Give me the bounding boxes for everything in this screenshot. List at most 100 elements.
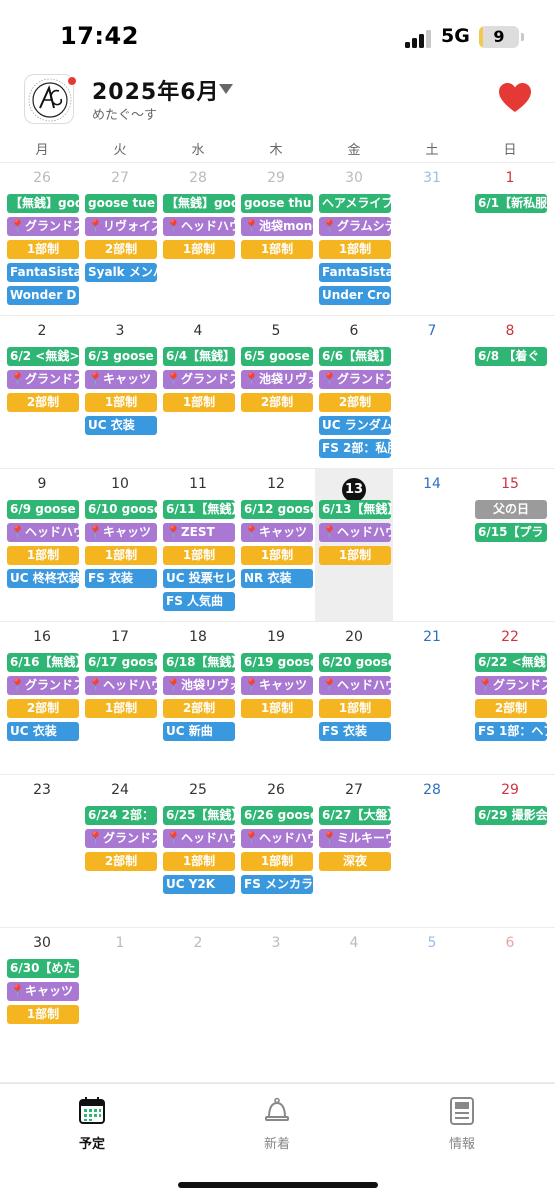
day-cell[interactable]: 19 6/19 goose 📍キャッツ 1部制 <box>237 622 315 774</box>
event-chip[interactable]: 6/3 goose <box>85 347 157 366</box>
day-cell[interactable]: 21 <box>393 622 471 774</box>
event-chip[interactable]: 【無銭】goose wed <box>163 194 235 213</box>
day-cell[interactable]: 3 6/3 goose 📍キャッツ 1部制 UC 衣装 <box>81 316 159 468</box>
day-cell[interactable]: 31 <box>393 163 471 315</box>
event-chip[interactable]: 📍キャッツ <box>241 676 313 695</box>
event-chip[interactable]: 2部制 <box>7 393 79 412</box>
event-chip[interactable]: 6/1【新私服 <box>475 194 547 213</box>
event-chip[interactable]: 深夜 <box>319 852 391 871</box>
tab-news[interactable]: 新着 <box>202 1094 352 1154</box>
day-cell[interactable]: 8 6/8 【着ぐ <box>471 316 549 468</box>
day-cell[interactable]: 4 <box>315 928 393 1082</box>
event-chip[interactable]: FS メンカラ <box>241 875 313 894</box>
event-chip[interactable]: 1部制 <box>163 546 235 565</box>
event-chip[interactable]: FS 2部：私服 <box>319 439 391 458</box>
event-chip[interactable]: 6/20 goose <box>319 653 391 672</box>
day-cell[interactable]: 23 <box>3 775 81 927</box>
day-cell[interactable]: 12 6/12 goose 📍キャッツ 1部制 NR 衣装 <box>237 469 315 621</box>
event-chip[interactable]: goose tue <box>85 194 157 213</box>
day-cell[interactable]: 6 6/6【無銭】 📍グランドスタジオ 2部制 UC ランダム FS 2部：私服 <box>315 316 393 468</box>
event-chip[interactable]: 1部制 <box>319 699 391 718</box>
day-cell[interactable]: 14 <box>393 469 471 621</box>
day-cell[interactable]: 25 6/25【無銭】 📍ヘッドハウス 1部制 UC Y2K <box>159 775 237 927</box>
event-chip[interactable]: Wonder D <box>7 286 79 305</box>
event-chip[interactable]: FantaSista <box>319 263 391 282</box>
event-chip[interactable]: Under Cro <box>319 286 391 305</box>
event-chip[interactable]: 📍グランドスタジオ <box>85 829 157 848</box>
event-chip[interactable]: UC Y2K <box>163 875 235 894</box>
event-chip[interactable]: 6/30【めた <box>7 959 79 978</box>
event-chip[interactable]: 6/13【無銭】 <box>319 500 391 519</box>
event-chip[interactable]: 📍キャッツ <box>241 523 313 542</box>
event-chip[interactable]: 6/16【無銭】 <box>7 653 79 672</box>
event-chip[interactable]: 1部制 <box>163 240 235 259</box>
event-chip[interactable]: 6/11【無銭】 <box>163 500 235 519</box>
day-cell[interactable]: 16 6/16【無銭】 📍グランドスタジオ 2部制 UC 衣装 <box>3 622 81 774</box>
event-chip[interactable]: 📍グラムシティ <box>319 217 391 236</box>
day-cell[interactable]: 4 6/4【無銭】 📍グランドスタジオ 1部制 <box>159 316 237 468</box>
event-chip[interactable]: 1部制 <box>7 240 79 259</box>
event-chip[interactable]: 6/18【無銭】 <box>163 653 235 672</box>
event-chip[interactable]: 2部制 <box>241 393 313 412</box>
event-chip[interactable]: 📍ヘッドハウス <box>319 676 391 695</box>
event-chip[interactable]: 📍ヘッドハウス <box>7 523 79 542</box>
day-cell[interactable]: 29 goose thu 📍池袋mono 1部制 <box>237 163 315 315</box>
event-chip[interactable]: 6/10 goose <box>85 500 157 519</box>
day-cell[interactable]: 10 6/10 goose 📍キャッツ 1部制 FS 衣装 <box>81 469 159 621</box>
event-chip[interactable]: UC 新曲 <box>163 722 235 741</box>
event-chip[interactable]: 1部制 <box>319 546 391 565</box>
day-cell[interactable]: 1 <box>81 928 159 1082</box>
event-chip[interactable]: 📍池袋リヴォ <box>163 676 235 695</box>
event-chip[interactable]: 1部制 <box>163 852 235 871</box>
event-chip[interactable]: 1部制 <box>7 546 79 565</box>
event-chip[interactable]: 父の日 <box>475 500 547 519</box>
event-chip[interactable]: 6/26 goose <box>241 806 313 825</box>
event-chip[interactable]: 📍グランドスタジオ <box>7 217 79 236</box>
event-chip[interactable]: 6/9 goose <box>7 500 79 519</box>
event-chip[interactable]: UC 衣装 <box>7 722 79 741</box>
event-chip[interactable]: goose thu <box>241 194 313 213</box>
event-chip[interactable]: 📍グランドスタジオ <box>7 370 79 389</box>
day-cell[interactable]: 5 6/5 goose 📍池袋リヴォ 2部制 <box>237 316 315 468</box>
event-chip[interactable]: 📍ヘッドハウス <box>85 676 157 695</box>
day-cell[interactable]: 20 6/20 goose 📍ヘッドハウス 1部制 FS 衣装 <box>315 622 393 774</box>
event-chip[interactable]: 📍ヘッドハウス <box>163 829 235 848</box>
day-cell[interactable]: 27 goose tue 📍リヴォイス 2部制 Syalk メンバー <box>81 163 159 315</box>
event-chip[interactable]: 2部制 <box>475 699 547 718</box>
event-chip[interactable]: 📍ミルキーウェイ <box>319 829 391 848</box>
day-cell[interactable]: 26 【無銭】goose mon 📍グランドスタジオ 1部制 FantaSista Won… <box>3 163 81 315</box>
day-cell[interactable]: 26 6/26 goose 📍ヘッドハウス 1部制 FS メンカラ <box>237 775 315 927</box>
event-chip[interactable]: 1部制 <box>85 699 157 718</box>
event-chip[interactable]: 📍グランドスタジオ <box>319 370 391 389</box>
day-cell-today[interactable]: 136/13【無銭】 📍ヘッドハウス 1部制 <box>315 469 393 621</box>
event-chip[interactable]: 6/12 goose <box>241 500 313 519</box>
tab-schedule[interactable]: 予定 <box>17 1094 167 1154</box>
day-cell[interactable]: 24 6/24 2部： 📍グランドスタジオ 2部制 <box>81 775 159 927</box>
day-cell[interactable]: 1 6/1【新私服 <box>471 163 549 315</box>
event-chip[interactable]: 6/6【無銭】 <box>319 347 391 366</box>
event-chip[interactable]: FS 衣装 <box>85 569 157 588</box>
event-chip[interactable]: 1部制 <box>85 546 157 565</box>
event-chip[interactable]: 📍グランドスタジオ <box>163 370 235 389</box>
event-chip[interactable]: 6/15【プラ <box>475 523 547 542</box>
day-cell[interactable]: 2 <box>159 928 237 1082</box>
event-chip[interactable]: 2部制 <box>319 393 391 412</box>
day-cell[interactable]: 18 6/18【無銭】 📍池袋リヴォ 2部制 UC 新曲 <box>159 622 237 774</box>
heart-icon[interactable] <box>498 82 532 114</box>
event-chip[interactable]: 1部制 <box>7 1005 79 1024</box>
event-chip[interactable]: 6/4【無銭】 <box>163 347 235 366</box>
event-chip[interactable]: 2部制 <box>7 699 79 718</box>
event-chip[interactable]: 📍キャッツ <box>7 982 79 1001</box>
day-cell[interactable]: 2 6/2 <無銭> 📍グランドスタジオ 2部制 <box>3 316 81 468</box>
event-chip[interactable]: 📍池袋リヴォ <box>241 370 313 389</box>
event-chip[interactable]: 6/22 <無銭> <box>475 653 547 672</box>
day-cell[interactable]: 17 6/17 goose 📍ヘッドハウス 1部制 <box>81 622 159 774</box>
event-chip[interactable]: 6/17 goose <box>85 653 157 672</box>
day-cell[interactable]: 27 6/27【大盤】 📍ミルキーウェイ深夜 <box>315 775 393 927</box>
event-chip[interactable]: 📍グランドスタジオ <box>7 676 79 695</box>
day-cell[interactable]: 7 <box>393 316 471 468</box>
day-cell[interactable]: 6 <box>471 928 549 1082</box>
day-cell[interactable]: 28 <box>393 775 471 927</box>
event-chip[interactable]: UC 柊柊衣装 <box>7 569 79 588</box>
day-cell[interactable]: 11 6/11【無銭】 📍ZEST 1部制 UC 投票セレクト FS 人気曲 <box>159 469 237 621</box>
